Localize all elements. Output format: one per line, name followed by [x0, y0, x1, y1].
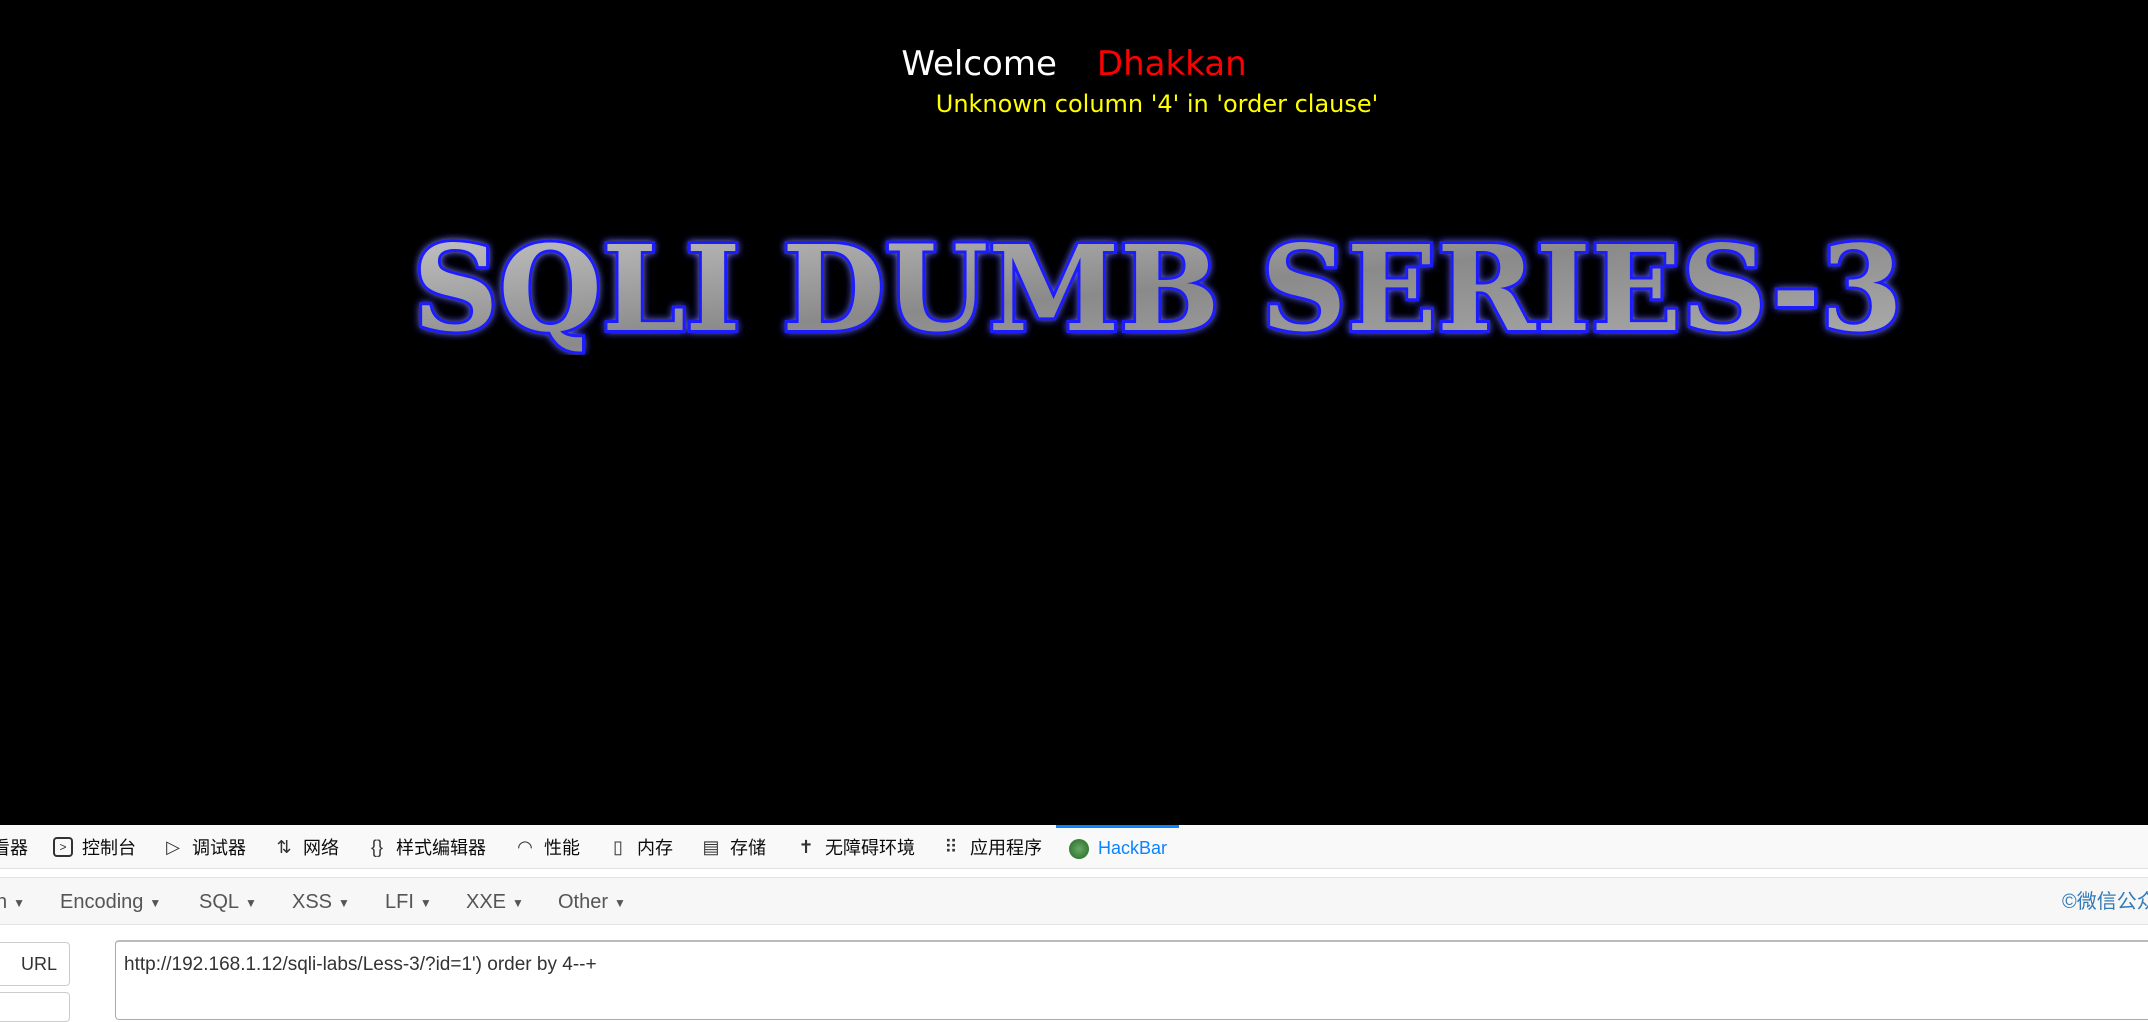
tab-network[interactable]: ⇅ 网络: [273, 825, 339, 869]
load-url-button[interactable]: URL: [0, 942, 70, 986]
style-editor-icon: {}: [370, 836, 384, 857]
tab-memory[interactable]: ▯ 内存: [607, 825, 673, 869]
hackbar-icon: [1068, 838, 1090, 860]
menu-other[interactable]: Other ▼: [558, 878, 626, 926]
menu-sql[interactable]: SQL ▼: [199, 878, 257, 926]
menu-lfi[interactable]: LFI ▼: [385, 878, 432, 926]
credit-link[interactable]: ©微信公众: [2062, 878, 2148, 926]
tab-label: 性能: [544, 838, 580, 858]
accessibility-icon: ✝: [798, 836, 814, 857]
tab-label: 看器: [0, 838, 28, 858]
menu-label: XXE: [466, 891, 507, 913]
performance-icon: ◠: [517, 836, 533, 857]
web-page: Welcome Dhakkan Unknown column '4' in 'or…: [0, 0, 2148, 825]
menu-label: Encoding: [60, 891, 144, 913]
menu-label: Other: [558, 891, 609, 913]
tab-hackbar[interactable]: HackBar: [1056, 825, 1180, 869]
tab-label: 存储: [730, 838, 766, 858]
caret-down-icon: ▼: [149, 895, 162, 910]
tab-console[interactable]: > 控制台: [52, 825, 136, 869]
memory-icon: ▯: [613, 836, 623, 857]
sql-error-message: Unknown column '4' in 'order clause': [935, 90, 1379, 118]
split-url-button[interactable]: [0, 992, 70, 1022]
tab-storage[interactable]: ▤ 存储: [700, 825, 766, 869]
tab-label: 调试器: [192, 838, 246, 858]
tab-style-editor[interactable]: {} 样式编辑器: [366, 825, 486, 869]
caret-down-icon: ▼: [13, 895, 26, 910]
tab-debugger[interactable]: ▷ 调试器: [162, 825, 246, 869]
menu-xxe[interactable]: XXE ▼: [466, 878, 524, 926]
menu-partial[interactable]: n ▼: [0, 878, 25, 926]
hackbar-menu-bar: n ▼ Encoding ▼ SQL ▼ XSS ▼ LFI ▼ XXE ▼ Other ▼ …: [0, 877, 2148, 925]
user-name: Dhakkan: [1096, 44, 1247, 84]
welcome-text: Welcome: [901, 44, 1057, 84]
debugger-icon: ▷: [166, 836, 180, 857]
menu-encoding[interactable]: Encoding ▼: [60, 878, 161, 926]
tab-inspector[interactable]: 看器: [0, 825, 28, 869]
menu-label: LFI: [385, 891, 414, 913]
caret-down-icon: ▼: [614, 895, 626, 910]
url-input[interactable]: http://192.168.1.12/sqli-labs/Less-3/?id…: [115, 940, 2148, 1020]
tab-label: HackBar: [1098, 838, 1168, 858]
tab-label: 样式编辑器: [396, 838, 486, 858]
menu-label: XSS: [292, 891, 333, 913]
network-icon: ⇅: [276, 836, 292, 857]
caret-down-icon: ▼: [245, 895, 257, 910]
tab-performance[interactable]: ◠ 性能: [514, 825, 580, 869]
console-icon: >: [52, 836, 74, 858]
tab-label: 无障碍环境: [825, 838, 915, 858]
caret-down-icon: ▼: [338, 895, 350, 910]
application-icon: ⠿: [944, 836, 958, 857]
caret-down-icon: ▼: [419, 895, 432, 910]
sqli-logo: SQLI DUMB SERIES-3: [410, 216, 1906, 355]
tab-application[interactable]: ⠿ 应用程序: [940, 825, 1042, 869]
tab-accessibility[interactable]: ✝ 无障碍环境: [795, 825, 915, 869]
devtools-tab-bar: 看器 > 控制台 ▷ 调试器 ⇅ 网络 {} 样式编辑器 ◠ 性能 ▯ 内存 ▤ 存储 ✝ 无障…: [0, 825, 2148, 869]
caret-down-icon: ▼: [512, 895, 524, 910]
menu-label: SQL: [199, 891, 240, 913]
tab-label: 控制台: [82, 838, 136, 858]
storage-icon: ▤: [702, 836, 720, 857]
tab-label: 内存: [637, 838, 673, 858]
welcome-line: Welcome Dhakkan: [0, 44, 2148, 84]
menu-xss[interactable]: XSS ▼: [292, 878, 350, 926]
menu-label: n: [0, 891, 8, 913]
tab-label: 网络: [303, 838, 339, 858]
logo-text: SQLI DUMB SERIES-3: [413, 219, 1903, 355]
tab-label: 应用程序: [970, 838, 1042, 858]
